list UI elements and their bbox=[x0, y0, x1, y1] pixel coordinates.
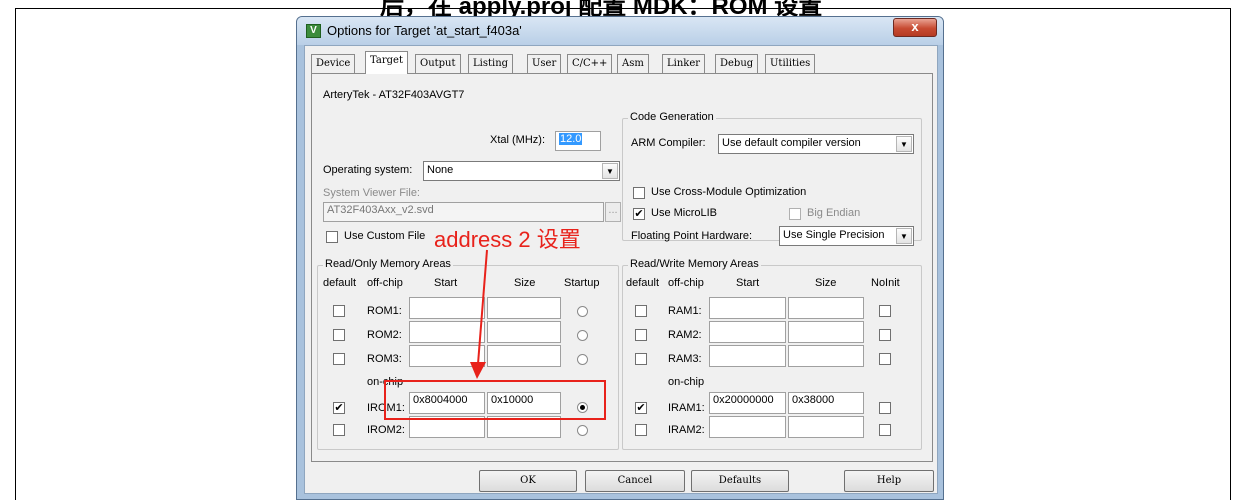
dialog-client: Device Target Output Listing User C/C++ … bbox=[304, 45, 938, 494]
options-dialog: V Options for Target 'at_start_f403a' x … bbox=[296, 16, 944, 500]
target-panel: ArteryTek - AT32F403AVGT7 Xtal (MHz): 12… bbox=[311, 73, 933, 462]
annotation-arrow bbox=[470, 249, 488, 379]
tab-listing[interactable]: Listing bbox=[468, 54, 514, 73]
tab-user[interactable]: User bbox=[527, 54, 562, 73]
tab-device[interactable]: Device bbox=[311, 54, 356, 73]
ok-button[interactable]: OK bbox=[479, 470, 577, 492]
tab-c-cpp[interactable]: C/C++ bbox=[567, 54, 613, 73]
tab-linker[interactable]: Linker bbox=[662, 54, 706, 73]
tab-debug[interactable]: Debug bbox=[715, 54, 759, 73]
tab-target[interactable]: Target bbox=[365, 51, 408, 74]
cancel-button[interactable]: Cancel bbox=[585, 470, 685, 492]
title-bar: V Options for Target 'at_start_f403a' x bbox=[297, 17, 943, 45]
tab-asm[interactable]: Asm bbox=[617, 54, 649, 73]
defaults-button[interactable]: Defaults bbox=[691, 470, 789, 492]
keil-uvision-icon: V bbox=[306, 24, 321, 38]
close-button[interactable]: x bbox=[893, 18, 937, 37]
tab-output[interactable]: Output bbox=[415, 54, 461, 73]
help-button[interactable]: Help bbox=[844, 470, 934, 492]
tab-utilities[interactable]: Utilities bbox=[765, 54, 816, 73]
window-title: Options for Target 'at_start_f403a' bbox=[327, 23, 522, 38]
